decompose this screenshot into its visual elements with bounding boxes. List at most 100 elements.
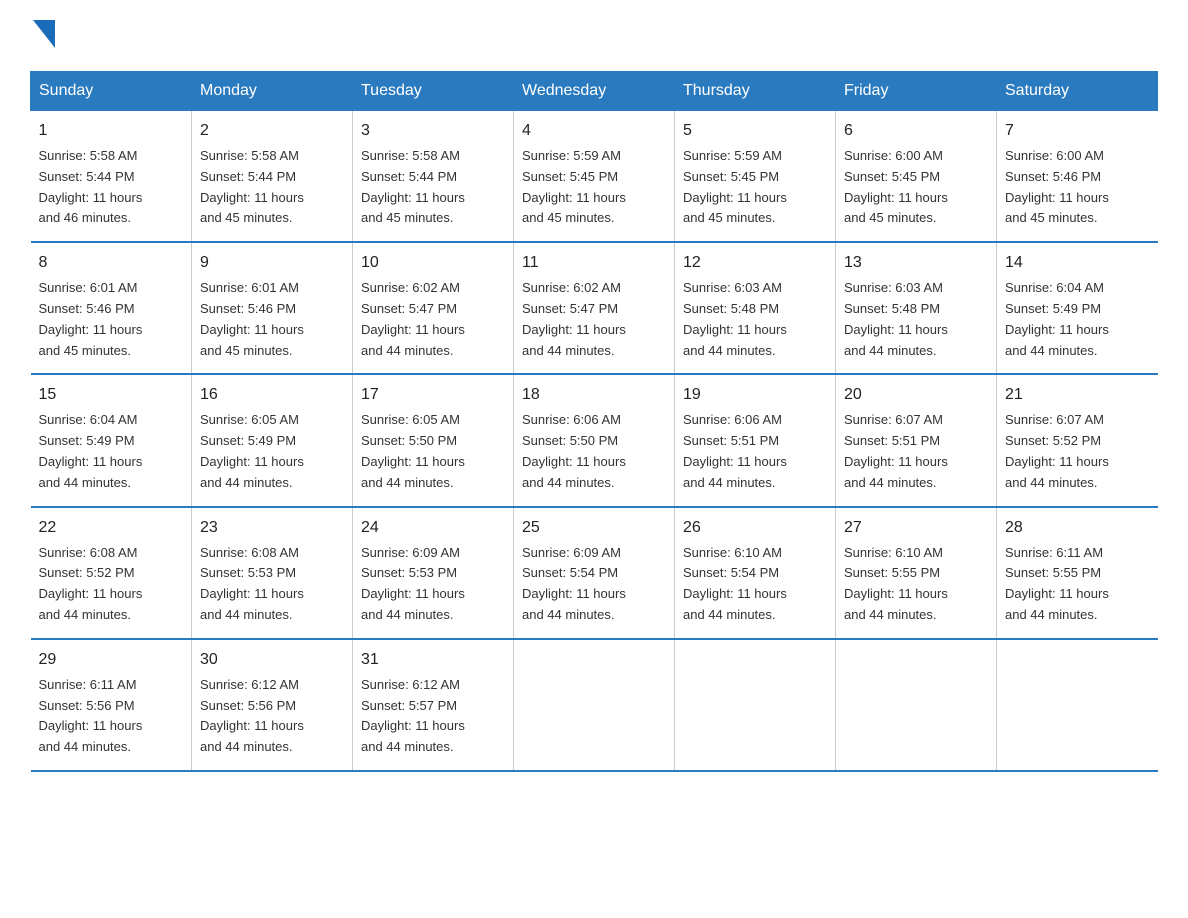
day-number: 15 xyxy=(39,383,184,407)
day-number: 24 xyxy=(361,516,505,540)
day-number: 6 xyxy=(844,119,988,143)
day-info: Sunrise: 5:59 AMSunset: 5:45 PMDaylight:… xyxy=(522,146,666,229)
calendar-cell: 21 Sunrise: 6:07 AMSunset: 5:52 PMDayligh… xyxy=(997,374,1158,506)
day-number: 29 xyxy=(39,648,184,672)
logo-icon xyxy=(30,20,55,51)
calendar-cell: 1Sunrise: 5:58 AMSunset: 5:44 PMDaylight… xyxy=(31,111,192,243)
calendar-table: SundayMondayTuesdayWednesdayThursdayFrid… xyxy=(30,71,1158,772)
day-number: 13 xyxy=(844,251,988,275)
calendar-cell: 10 Sunrise: 6:02 AMSunset: 5:47 PMDayligh… xyxy=(353,242,514,374)
calendar-cell: 2Sunrise: 5:58 AMSunset: 5:44 PMDaylight… xyxy=(192,111,353,243)
day-number: 25 xyxy=(522,516,666,540)
day-info: Sunrise: 6:00 AMSunset: 5:45 PMDaylight:… xyxy=(844,146,988,229)
day-number: 23 xyxy=(200,516,344,540)
day-info: Sunrise: 6:04 AMSunset: 5:49 PMDaylight:… xyxy=(39,410,184,493)
logo-triangle-icon xyxy=(33,20,55,48)
day-number: 26 xyxy=(683,516,827,540)
calendar-cell: 9 Sunrise: 6:01 AMSunset: 5:46 PMDaylight… xyxy=(192,242,353,374)
calendar-cell: 25 Sunrise: 6:09 AMSunset: 5:54 PMDayligh… xyxy=(514,507,675,639)
calendar-cell: 4 Sunrise: 5:59 AMSunset: 5:45 PMDaylight… xyxy=(514,111,675,243)
day-info: Sunrise: 6:07 AMSunset: 5:51 PMDaylight:… xyxy=(844,410,988,493)
day-info: Sunrise: 6:11 AMSunset: 5:55 PMDaylight:… xyxy=(1005,543,1150,626)
calendar-week-row: 29 Sunrise: 6:11 AMSunset: 5:56 PMDayligh… xyxy=(31,639,1158,771)
calendar-cell: 20 Sunrise: 6:07 AMSunset: 5:51 PMDayligh… xyxy=(836,374,997,506)
day-number: 21 xyxy=(1005,383,1150,407)
calendar-cell: 14 Sunrise: 6:04 AMSunset: 5:49 PMDayligh… xyxy=(997,242,1158,374)
weekday-header-thursday: Thursday xyxy=(675,72,836,111)
calendar-cell: 27 Sunrise: 6:10 AMSunset: 5:55 PMDayligh… xyxy=(836,507,997,639)
weekday-header-monday: Monday xyxy=(192,72,353,111)
day-info: Sunrise: 6:01 AMSunset: 5:46 PMDaylight:… xyxy=(200,278,344,361)
day-number: 9 xyxy=(200,251,344,275)
day-number: 8 xyxy=(39,251,184,275)
weekday-header-friday: Friday xyxy=(836,72,997,111)
calendar-cell: 24Sunrise: 6:09 AMSunset: 5:53 PMDayligh… xyxy=(353,507,514,639)
day-number: 3 xyxy=(361,119,505,143)
day-info: Sunrise: 6:11 AMSunset: 5:56 PMDaylight:… xyxy=(39,675,184,758)
calendar-cell: 13 Sunrise: 6:03 AMSunset: 5:48 PMDayligh… xyxy=(836,242,997,374)
calendar-cell: 30Sunrise: 6:12 AMSunset: 5:56 PMDayligh… xyxy=(192,639,353,771)
calendar-cell xyxy=(836,639,997,771)
day-info: Sunrise: 6:03 AMSunset: 5:48 PMDaylight:… xyxy=(844,278,988,361)
day-info: Sunrise: 6:12 AMSunset: 5:57 PMDaylight:… xyxy=(361,675,505,758)
day-info: Sunrise: 5:59 AMSunset: 5:45 PMDaylight:… xyxy=(683,146,827,229)
calendar-cell: 8 Sunrise: 6:01 AMSunset: 5:46 PMDaylight… xyxy=(31,242,192,374)
weekday-header-tuesday: Tuesday xyxy=(353,72,514,111)
day-number: 4 xyxy=(522,119,666,143)
day-number: 28 xyxy=(1005,516,1150,540)
day-info: Sunrise: 6:08 AMSunset: 5:52 PMDaylight:… xyxy=(39,543,184,626)
weekday-header-saturday: Saturday xyxy=(997,72,1158,111)
day-info: Sunrise: 6:06 AMSunset: 5:51 PMDaylight:… xyxy=(683,410,827,493)
calendar-cell: 11 Sunrise: 6:02 AMSunset: 5:47 PMDayligh… xyxy=(514,242,675,374)
day-number: 20 xyxy=(844,383,988,407)
calendar-week-row: 1Sunrise: 5:58 AMSunset: 5:44 PMDaylight… xyxy=(31,111,1158,243)
day-number: 10 xyxy=(361,251,505,275)
calendar-cell xyxy=(675,639,836,771)
day-number: 14 xyxy=(1005,251,1150,275)
day-info: Sunrise: 6:02 AMSunset: 5:47 PMDaylight:… xyxy=(522,278,666,361)
calendar-cell xyxy=(514,639,675,771)
day-info: Sunrise: 5:58 AMSunset: 5:44 PMDaylight:… xyxy=(39,146,184,229)
page-header xyxy=(30,20,1158,51)
day-info: Sunrise: 6:09 AMSunset: 5:54 PMDaylight:… xyxy=(522,543,666,626)
calendar-cell: 12 Sunrise: 6:03 AMSunset: 5:48 PMDayligh… xyxy=(675,242,836,374)
calendar-cell: 28 Sunrise: 6:11 AMSunset: 5:55 PMDayligh… xyxy=(997,507,1158,639)
day-number: 16 xyxy=(200,383,344,407)
logo xyxy=(30,20,55,51)
calendar-week-row: 22Sunrise: 6:08 AMSunset: 5:52 PMDayligh… xyxy=(31,507,1158,639)
weekday-header-wednesday: Wednesday xyxy=(514,72,675,111)
day-number: 27 xyxy=(844,516,988,540)
calendar-cell: 31 Sunrise: 6:12 AMSunset: 5:57 PMDayligh… xyxy=(353,639,514,771)
day-info: Sunrise: 6:03 AMSunset: 5:48 PMDaylight:… xyxy=(683,278,827,361)
day-info: Sunrise: 6:10 AMSunset: 5:55 PMDaylight:… xyxy=(844,543,988,626)
day-info: Sunrise: 5:58 AMSunset: 5:44 PMDaylight:… xyxy=(361,146,505,229)
day-info: Sunrise: 6:05 AMSunset: 5:50 PMDaylight:… xyxy=(361,410,505,493)
day-info: Sunrise: 6:05 AMSunset: 5:49 PMDaylight:… xyxy=(200,410,344,493)
calendar-cell: 17Sunrise: 6:05 AMSunset: 5:50 PMDayligh… xyxy=(353,374,514,506)
day-number: 18 xyxy=(522,383,666,407)
day-info: Sunrise: 5:58 AMSunset: 5:44 PMDaylight:… xyxy=(200,146,344,229)
calendar-cell: 15 Sunrise: 6:04 AMSunset: 5:49 PMDayligh… xyxy=(31,374,192,506)
day-info: Sunrise: 6:02 AMSunset: 5:47 PMDaylight:… xyxy=(361,278,505,361)
calendar-cell: 6 Sunrise: 6:00 AMSunset: 5:45 PMDaylight… xyxy=(836,111,997,243)
day-info: Sunrise: 6:07 AMSunset: 5:52 PMDaylight:… xyxy=(1005,410,1150,493)
calendar-cell: 3 Sunrise: 5:58 AMSunset: 5:44 PMDaylight… xyxy=(353,111,514,243)
day-number: 30 xyxy=(200,648,344,672)
day-number: 12 xyxy=(683,251,827,275)
calendar-week-row: 15 Sunrise: 6:04 AMSunset: 5:49 PMDayligh… xyxy=(31,374,1158,506)
calendar-cell: 22Sunrise: 6:08 AMSunset: 5:52 PMDayligh… xyxy=(31,507,192,639)
calendar-cell: 19Sunrise: 6:06 AMSunset: 5:51 PMDayligh… xyxy=(675,374,836,506)
day-info: Sunrise: 6:04 AMSunset: 5:49 PMDaylight:… xyxy=(1005,278,1150,361)
day-number: 7 xyxy=(1005,119,1150,143)
day-number: 11 xyxy=(522,251,666,275)
calendar-cell: 23Sunrise: 6:08 AMSunset: 5:53 PMDayligh… xyxy=(192,507,353,639)
day-number: 31 xyxy=(361,648,505,672)
calendar-week-row: 8 Sunrise: 6:01 AMSunset: 5:46 PMDaylight… xyxy=(31,242,1158,374)
calendar-cell: 29 Sunrise: 6:11 AMSunset: 5:56 PMDayligh… xyxy=(31,639,192,771)
calendar-cell xyxy=(997,639,1158,771)
day-info: Sunrise: 6:01 AMSunset: 5:46 PMDaylight:… xyxy=(39,278,184,361)
weekday-header-sunday: Sunday xyxy=(31,72,192,111)
calendar-cell: 7 Sunrise: 6:00 AMSunset: 5:46 PMDaylight… xyxy=(997,111,1158,243)
day-info: Sunrise: 6:00 AMSunset: 5:46 PMDaylight:… xyxy=(1005,146,1150,229)
day-info: Sunrise: 6:10 AMSunset: 5:54 PMDaylight:… xyxy=(683,543,827,626)
